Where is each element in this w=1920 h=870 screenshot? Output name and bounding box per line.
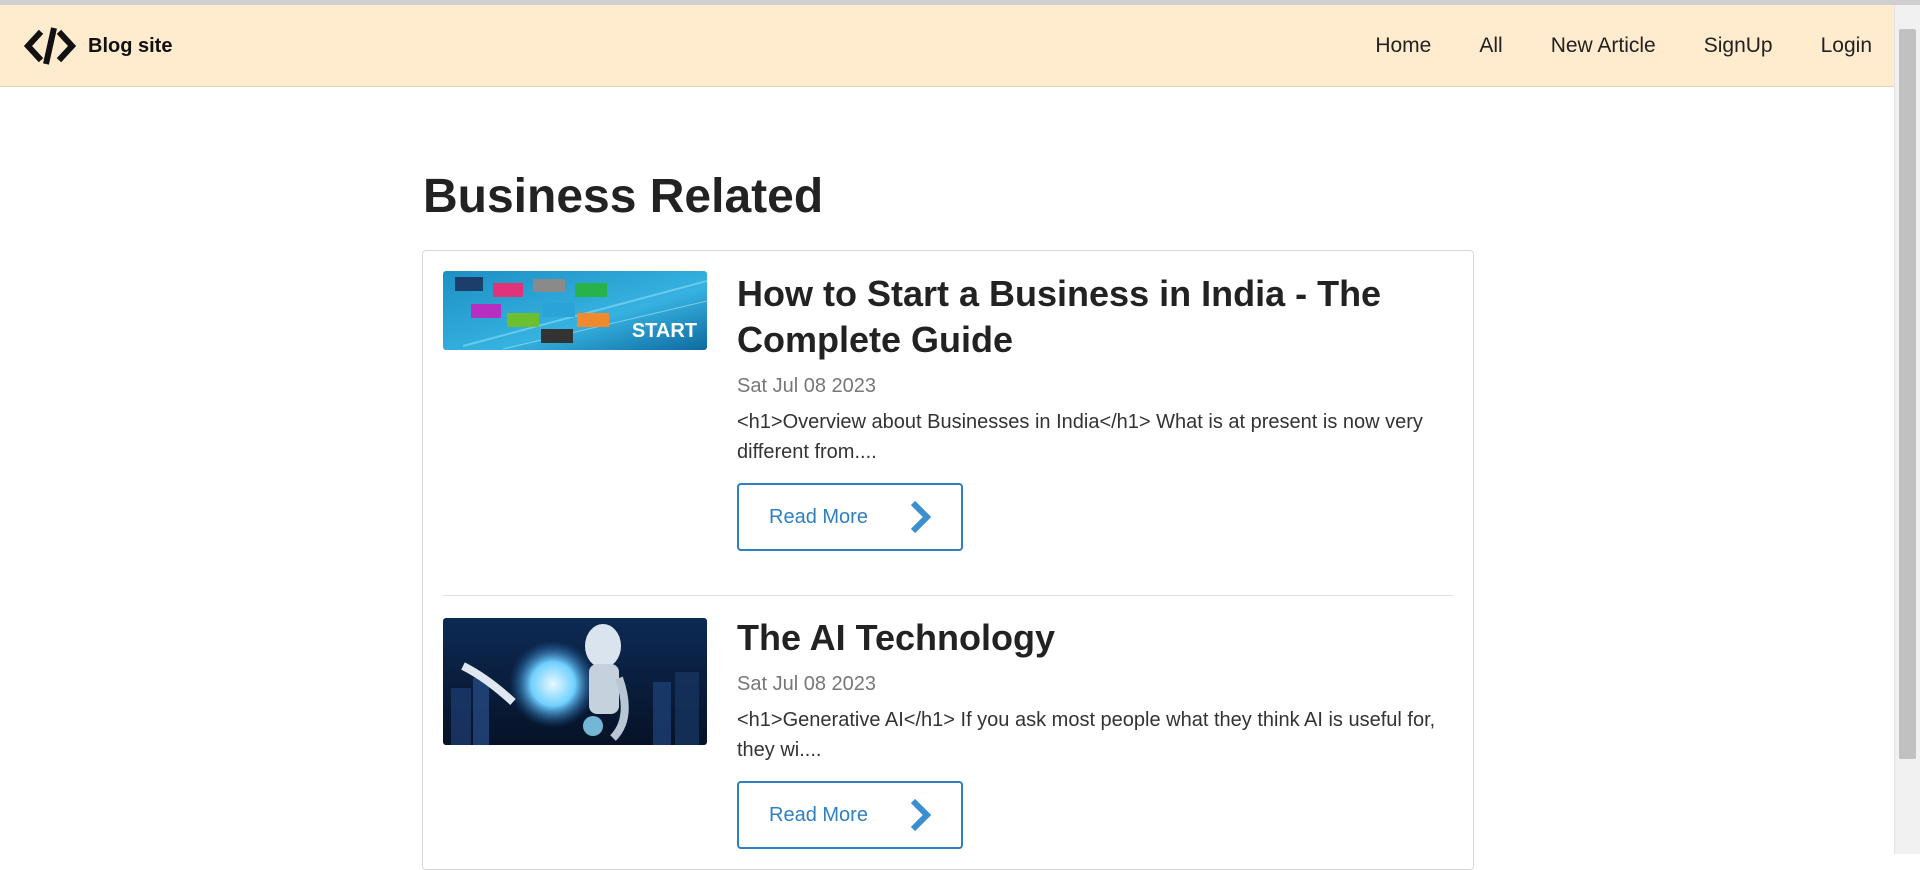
vertical-scrollbar[interactable] xyxy=(1894,5,1920,854)
brand-link[interactable]: Blog site xyxy=(24,5,172,87)
article-content: How to Start a Business in India - The C… xyxy=(737,271,1453,551)
scrollbar-thumb[interactable] xyxy=(1899,29,1916,759)
page-title: Business Related xyxy=(423,170,824,223)
navbar: Blog site Home All New Article SignUp Lo… xyxy=(0,5,1894,87)
nav-new-article[interactable]: New Article xyxy=(1551,34,1656,58)
brand-name: Blog site xyxy=(88,34,173,57)
article-excerpt: <h1>Generative AI</h1> If you ask most p… xyxy=(737,709,1436,761)
article-list: START How to Start a Business in India -… xyxy=(422,250,1474,870)
ai-robot-thumbnail[interactable] xyxy=(443,618,707,745)
read-more-label: Read More xyxy=(769,803,868,826)
read-more-button[interactable]: Read More xyxy=(737,781,963,849)
chevron-right-icon xyxy=(909,500,931,534)
article-card: START How to Start a Business in India -… xyxy=(443,271,1453,596)
business-start-thumbnail[interactable]: START xyxy=(443,271,707,350)
thumbnail-start-text: START xyxy=(632,320,697,342)
read-more-button[interactable]: Read More xyxy=(737,483,963,551)
nav-signup[interactable]: SignUp xyxy=(1704,34,1773,58)
code-icon xyxy=(24,26,76,66)
nav-home[interactable]: Home xyxy=(1375,34,1431,58)
article-date: Sat Jul 08 2023 xyxy=(737,673,876,695)
read-more-label: Read More xyxy=(769,505,868,528)
article-title[interactable]: How to Start a Business in India - The C… xyxy=(737,271,1453,363)
article-excerpt: <h1>Overview about Businesses in India</… xyxy=(737,411,1423,463)
article-card: The AI Technology Sat Jul 08 2023 <h1>Ge… xyxy=(443,595,1453,855)
nav-menu: Home All New Article SignUp Login xyxy=(1327,5,1872,87)
nav-all[interactable]: All xyxy=(1479,34,1502,58)
article-date: Sat Jul 08 2023 xyxy=(737,375,876,397)
nav-login[interactable]: Login xyxy=(1821,34,1872,58)
article-title[interactable]: The AI Technology xyxy=(737,615,1453,661)
article-content: The AI Technology Sat Jul 08 2023 <h1>Ge… xyxy=(737,615,1453,849)
chevron-right-icon xyxy=(909,798,931,832)
